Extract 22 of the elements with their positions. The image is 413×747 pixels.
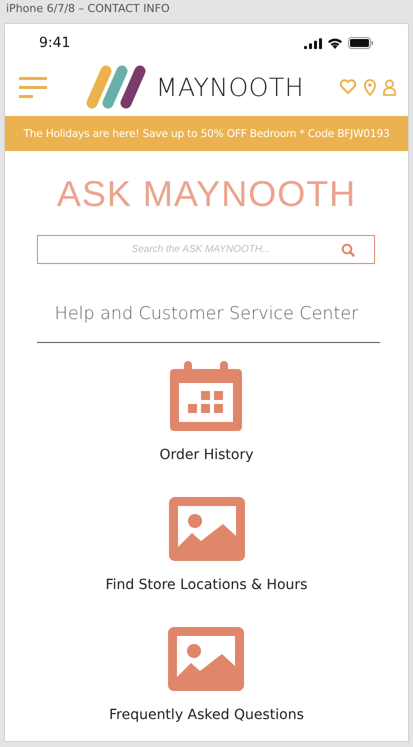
frame-title: iPhone 6/7/8 – CONTACT INFO <box>5 1 171 17</box>
status-time: 9:41 <box>39 35 70 51</box>
heart-icon[interactable] <box>339 79 357 95</box>
wifi-icon <box>327 37 343 49</box>
search-field[interactable]: Search the ASK MAYNOOTH... <box>37 235 375 264</box>
user-icon[interactable] <box>383 78 396 96</box>
calendar-icon <box>170 361 242 431</box>
signal-icon <box>304 38 322 48</box>
image-icon <box>168 497 244 561</box>
brand-name: MAYNOOTH <box>156 72 304 102</box>
battery-icon <box>348 37 374 49</box>
location-pin-icon[interactable] <box>364 78 376 96</box>
menu-icon[interactable] <box>19 75 47 99</box>
promo-banner: The Holidays are here! Save up to 50% OFF Bedroom * Code BFJW0193 <box>5 116 408 151</box>
section-heading: Help and Customer Service Center <box>54 304 360 324</box>
search-icon[interactable] <box>341 243 355 257</box>
logo-icon <box>86 65 148 109</box>
help-link[interactable]: Frequently Asked Questions <box>109 627 304 723</box>
image-icon <box>168 627 244 691</box>
help-link[interactable]: Find Store Locations & Hours <box>106 497 308 593</box>
page-title: ASK MAYNOOTH <box>56 173 358 215</box>
help-link[interactable]: Order History <box>159 361 254 463</box>
